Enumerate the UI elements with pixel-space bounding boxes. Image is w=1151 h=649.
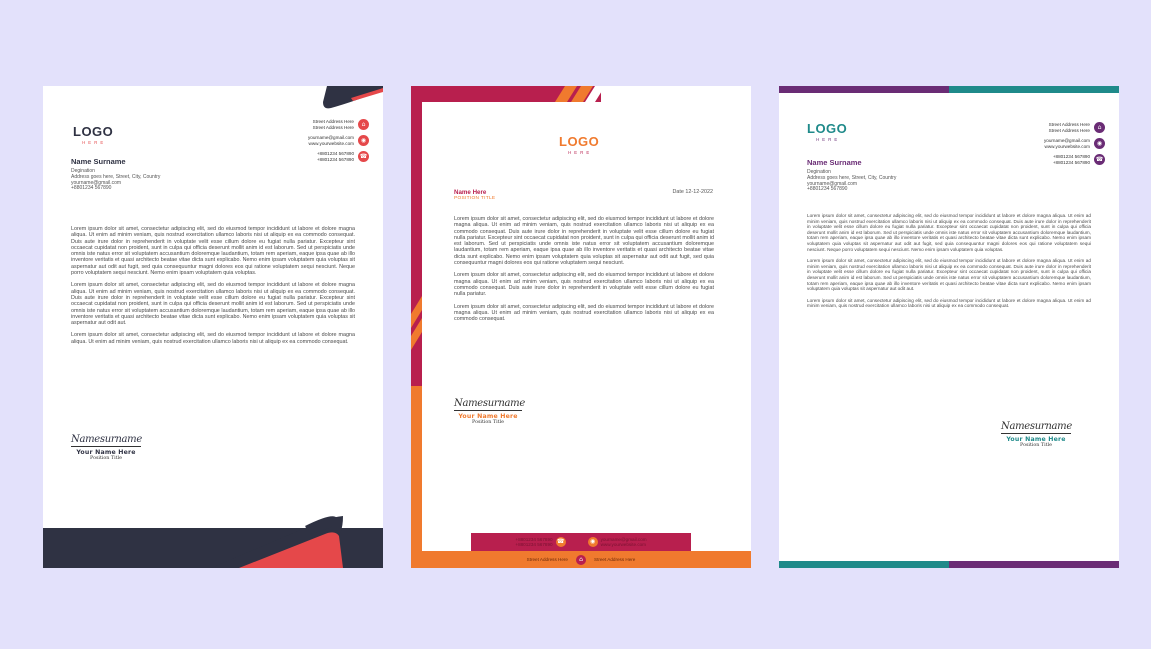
sender-block: Name Surname Degination Address goes her… [807, 158, 896, 193]
phone-text: +8801234 567890 +8801234 567890 [316, 151, 354, 162]
footer-address-bar: Street Address Here ⌂ Street Address Her… [411, 551, 751, 568]
logo-text: LOGO [807, 121, 848, 136]
paragraph: Lorem ipsum dolor sit amet, consectetur … [454, 272, 714, 298]
web-text: yourname@gmail.com www.yourwebsite.com [1043, 138, 1090, 149]
logo: LOGO H E R E [73, 124, 113, 145]
sender-block: Name Here POSITION TITLE [454, 189, 495, 201]
letterhead-dark-red: LOGO H E R E Street Address Here Street … [43, 86, 383, 568]
paragraph: Lorem ipsum dolor sit amet, consectetur … [807, 258, 1091, 292]
paragraph: Lorem ipsum dolor sit amet, consectetur … [71, 282, 355, 327]
signer-name: Your Name Here [458, 412, 518, 420]
signer-title: Position Title [1020, 442, 1052, 448]
footer-band [43, 516, 383, 568]
paragraph: Lorem ipsum dolor sit amet, consectetur … [454, 303, 714, 323]
logo-subtext: H E R E [568, 150, 591, 155]
address-text: Street Address Here Street Address Here [1048, 122, 1090, 133]
phone-icon: ☎ [358, 151, 369, 162]
signer-title: Position Title [472, 419, 504, 425]
phone: +8801234 567890 [807, 186, 848, 193]
signature-line [1001, 433, 1071, 434]
home-icon: ⌂ [576, 554, 586, 565]
paragraph: Lorem ipsum dolor sit amet, consectetur … [71, 226, 355, 277]
header-accent-shape [323, 86, 383, 109]
signature-line [454, 410, 522, 411]
footer-contact-bar: +8801234 567890 +8801234 567890 ☎ ◉ your… [471, 533, 691, 551]
letterhead-crimson-orange: LOGO H E R E Name Here POSITION TITLE Da… [411, 86, 751, 568]
paragraph: Lorem ipsum dolor sit amet, consectetur … [807, 297, 1091, 309]
signature-block: Namesurname Your Name Here Position Titl… [454, 398, 525, 425]
signature: Namesurname [1001, 421, 1072, 432]
footer-phone-text: +8801234 567890 +8801234 567890 [515, 536, 553, 547]
contact-address: Street Address Here Street Address Here … [1049, 122, 1105, 133]
top-stripe-purple [779, 86, 949, 93]
contact-web: yourname@gmail.com www.yourwebsite.com ◉ [1044, 138, 1105, 149]
phone-icon: ☎ [1094, 154, 1105, 165]
home-icon: ⌂ [1094, 122, 1105, 133]
address-text: Street Address Here Street Address Here [312, 119, 354, 130]
contact-phone: +8801234 567890 +8801234 567890 ☎ [317, 151, 369, 162]
logo-text: LOGO [73, 124, 114, 139]
signature-block: Namesurname Your Name Here Position Titl… [71, 434, 142, 461]
phone-text: +8801234 567890 +8801234 567890 [1052, 154, 1090, 165]
contact-web: yourname@gmail.com www.yourwebsite.com ◉ [308, 135, 369, 146]
logo: LOGO H E R E [807, 121, 847, 142]
footer-phone: +8801234 567890 +8801234 567890 ☎ [515, 536, 566, 548]
sender-name: Name Surname [71, 157, 126, 166]
sender-name: Name Surname [807, 158, 862, 167]
home-icon: ⌂ [358, 119, 369, 130]
bottom-stripe-teal [779, 561, 949, 568]
letter-body: Lorem ipsum dolor sit amet, consectetur … [807, 213, 1091, 315]
logo-text: LOGO [559, 134, 600, 149]
letterhead-purple-teal: LOGO H E R E Street Address Here Street … [779, 86, 1119, 568]
signer-title: Position Title [90, 455, 122, 461]
web-text: yourname@gmail.com www.yourwebsite.com [307, 135, 354, 146]
globe-icon: ◉ [358, 135, 369, 146]
phone: +8801234 567890 [71, 185, 112, 192]
top-stripe-teal [949, 86, 1119, 93]
bottom-stripe-purple [949, 561, 1119, 568]
signature-line [71, 446, 141, 447]
footer-web: ◉ yourname@gmail.com www.yourwebsite.com [587, 536, 647, 548]
signature-block: Namesurname Your Name Here Position Titl… [1001, 421, 1072, 448]
logo-subtext: H E R E [816, 137, 839, 142]
contact-phone: +8801234 567890 +8801234 567890 ☎ [1053, 154, 1105, 165]
logo: LOGO H E R E [559, 134, 599, 155]
footer-address-text: Street Address Here [526, 556, 568, 562]
globe-icon: ◉ [587, 537, 598, 547]
contact-address: Street Address Here Street Address Here … [313, 119, 369, 130]
paragraph: Lorem ipsum dolor sit amet, consectetur … [807, 213, 1091, 252]
sender-block: Name Surname Degination Address goes her… [71, 157, 160, 192]
paragraph: Lorem ipsum dolor sit amet, consectetur … [454, 216, 714, 267]
signer-name: Your Name Here [76, 448, 136, 456]
letter-date: Date 12-12-2022 [672, 189, 713, 195]
footer-web-text: yourname@gmail.com www.yourwebsite.com [600, 536, 647, 547]
globe-icon: ◉ [1094, 138, 1105, 149]
footer-address-text: Street Address Here [594, 556, 636, 562]
signature: Namesurname [454, 398, 525, 409]
signer-name: Your Name Here [1006, 435, 1066, 443]
letter-body: Lorem ipsum dolor sit amet, consectetur … [71, 226, 355, 351]
logo-subtext: H E R E [82, 140, 105, 145]
paragraph: Lorem ipsum dolor sit amet, consectetur … [71, 332, 355, 345]
signature: Namesurname [71, 434, 142, 445]
sender-name: Name Here [454, 189, 487, 196]
sender-position: POSITION TITLE [454, 196, 496, 201]
letter-body: Lorem ipsum dolor sit amet, consectetur … [454, 216, 714, 328]
phone-icon: ☎ [555, 537, 566, 547]
